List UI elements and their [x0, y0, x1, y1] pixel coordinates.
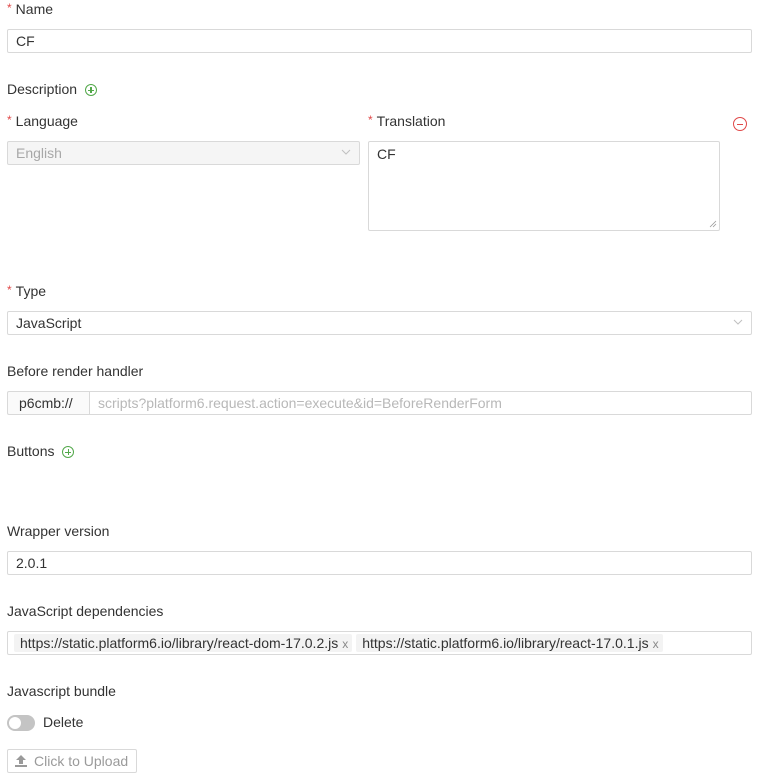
name-input[interactable]: CF: [7, 29, 752, 53]
type-label: * Type: [7, 282, 46, 301]
description-label: Description: [7, 80, 97, 98]
type-label-text: Type: [15, 283, 47, 299]
dependency-tag-text: https://static.platform6.io/library/reac…: [20, 635, 339, 651]
translation-textarea[interactable]: CF: [368, 141, 720, 231]
js-dependencies-label: JavaScript dependencies: [7, 603, 164, 619]
language-label: * Language: [7, 112, 78, 131]
dependency-tag: https://static.platform6.io/library/reac…: [356, 634, 663, 652]
required-marker: *: [7, 1, 12, 15]
add-description-icon[interactable]: [84, 84, 97, 97]
before-render-handler-input[interactable]: scripts?platform6.request.action=execute…: [89, 391, 752, 415]
translation-label-text: Translation: [376, 113, 446, 129]
js-bundle-label: Javascript bundle: [7, 683, 116, 699]
required-marker: *: [7, 113, 12, 127]
name-label-text: Name: [15, 1, 54, 17]
resize-grip-icon[interactable]: [709, 220, 717, 228]
chevron-down-icon: [733, 319, 743, 325]
add-button-icon[interactable]: [62, 446, 75, 459]
language-label-text: Language: [15, 113, 78, 129]
delete-toggle[interactable]: [7, 715, 35, 731]
js-dependencies-select[interactable]: https://static.platform6.io/library/reac…: [7, 631, 752, 655]
upload-button[interactable]: Click to Upload: [7, 749, 138, 773]
wrapper-version-input[interactable]: 2.0.1: [7, 551, 752, 575]
close-icon[interactable]: x: [342, 637, 348, 651]
handler-prefix-addon: p6cmb://: [7, 391, 89, 415]
type-value: JavaScript: [16, 315, 82, 331]
buttons-label: Buttons: [7, 442, 75, 460]
handler-placeholder: scripts?platform6.request.action=execute…: [98, 395, 502, 411]
close-icon[interactable]: x: [653, 637, 659, 651]
description-label-text: Description: [7, 81, 78, 97]
remove-translation-icon[interactable]: [733, 117, 747, 132]
dependency-tag: https://static.platform6.io/library/reac…: [14, 634, 353, 652]
language-select[interactable]: English: [7, 141, 360, 165]
upload-button-label: Click to Upload: [34, 753, 129, 769]
language-value: English: [16, 145, 62, 161]
chevron-down-icon: [341, 149, 351, 155]
translation-label: * Translation: [368, 112, 445, 131]
required-marker: *: [368, 113, 373, 127]
name-label: * Name: [7, 0, 53, 19]
wrapper-version-label: Wrapper version: [7, 523, 110, 539]
required-marker: *: [7, 283, 12, 297]
upload-icon: [15, 755, 27, 767]
before-render-handler-label: Before render handler: [7, 363, 144, 379]
buttons-label-text: Buttons: [7, 443, 55, 459]
dependency-tag-text: https://static.platform6.io/library/reac…: [362, 635, 649, 651]
type-select[interactable]: JavaScript: [7, 311, 752, 335]
delete-toggle-label: Delete: [43, 714, 84, 730]
translation-value: CF: [377, 146, 396, 162]
